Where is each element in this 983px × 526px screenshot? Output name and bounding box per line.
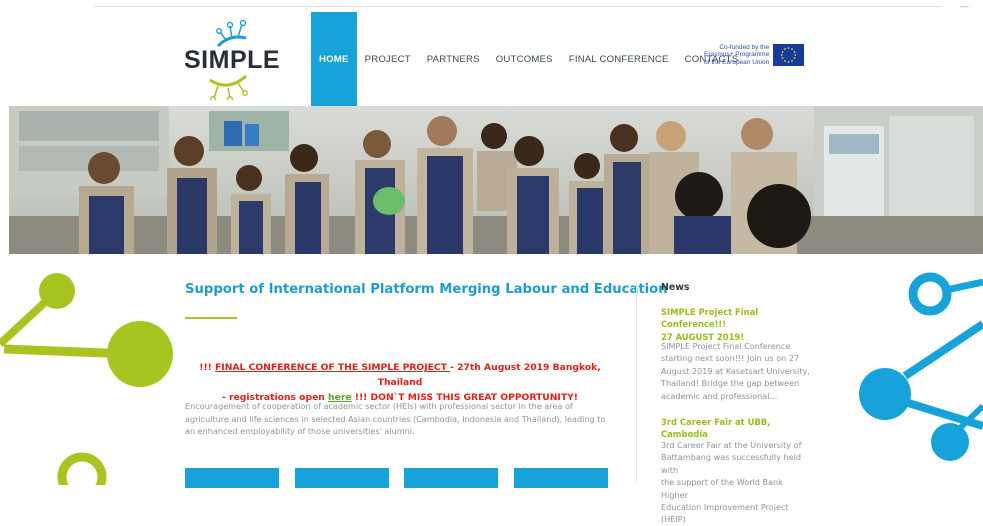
- scroll-indicator: —: [960, 2, 969, 12]
- page-title: Support of International Platform Mergin…: [185, 282, 668, 297]
- top-divider: [94, 6, 942, 7]
- conference-announcement: !!! FINAL CONFERENCE OF THE SIMPLE PROJE…: [199, 362, 601, 403]
- simple-logo[interactable]: SIMPLE: [184, 20, 280, 100]
- news-item-2-title[interactable]: 3rd Career Fair at UBB, Cambodia: [661, 416, 811, 441]
- column-divider: [636, 282, 637, 482]
- feature-button-2[interactable]: [295, 468, 389, 488]
- feature-button-1[interactable]: [185, 468, 279, 488]
- news-heading: News: [661, 282, 690, 293]
- project-description: Encouragement of cooperation of academic…: [185, 401, 606, 437]
- eu-flag-icon: [773, 44, 805, 66]
- hero-image: [9, 106, 983, 254]
- feature-button-4[interactable]: [514, 468, 608, 488]
- hero-photo: [9, 106, 983, 254]
- nav-home[interactable]: HOME: [311, 12, 357, 106]
- final-conference-link[interactable]: FINAL CONFERENCE OF THE SIMPLE PROJECT: [215, 362, 450, 373]
- feature-button-3[interactable]: [404, 468, 498, 488]
- logo-wordmark: SIMPLE: [184, 46, 281, 74]
- nav-project[interactable]: PROJECT: [357, 12, 419, 106]
- news-item-1-title[interactable]: SIMPLE Project Final Conference!!! 27 AU…: [661, 306, 811, 343]
- news-item-2-excerpt: 3rd Career Fair at the University of Bat…: [661, 440, 802, 525]
- erasmus-logo: Co-funded by the Erasmus+ Programme of t…: [704, 44, 805, 66]
- nav-partners[interactable]: PARTNERS: [419, 12, 488, 106]
- erasmus-text: Co-funded by the Erasmus+ Programme of t…: [704, 44, 770, 66]
- news-item-1-excerpt: SIMPLE Project Final Conference starting…: [661, 341, 810, 401]
- title-underline: [185, 317, 237, 319]
- main-nav: HOME PROJECT PARTNERS OUTCOMES FINAL CON…: [311, 12, 746, 106]
- nav-final-conference[interactable]: FINAL CONFERENCE: [561, 12, 677, 106]
- nav-outcomes[interactable]: OUTCOMES: [488, 12, 561, 106]
